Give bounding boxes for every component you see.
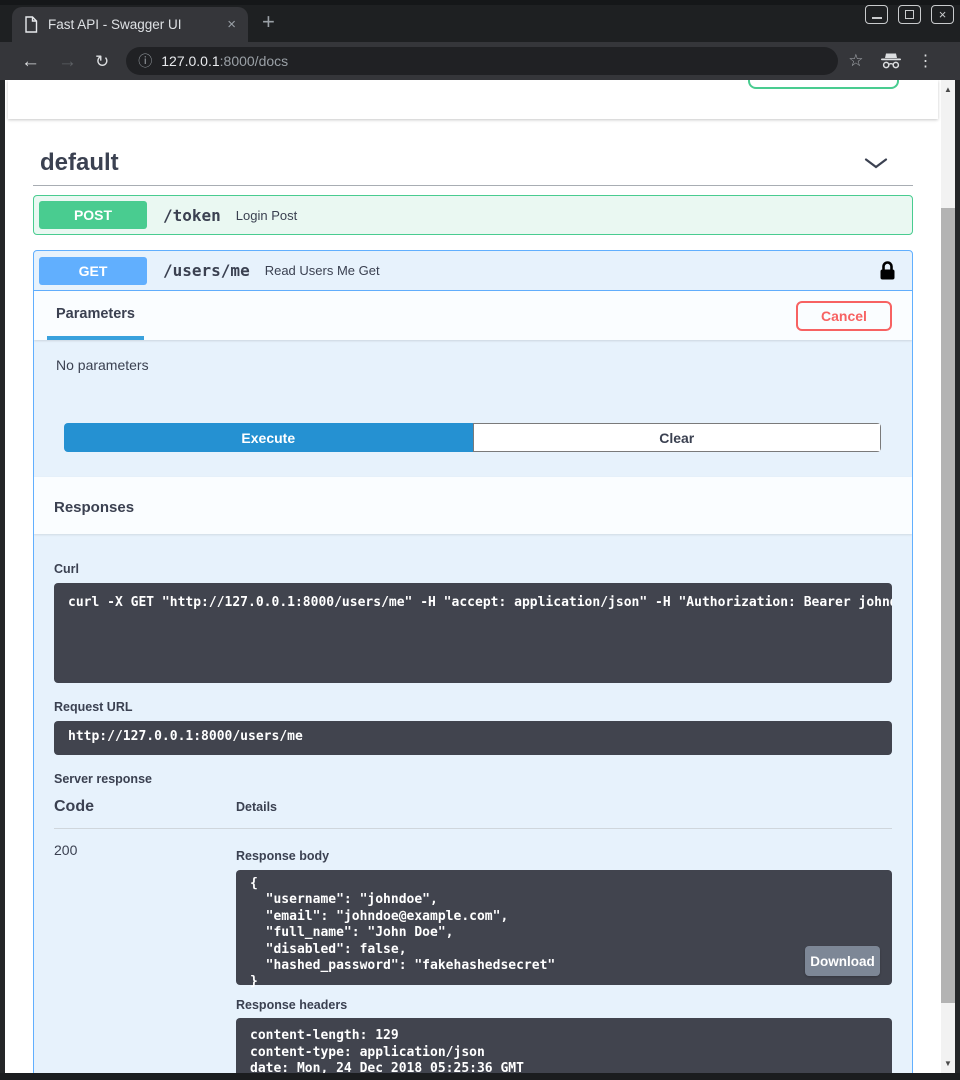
- scheme-container: [8, 80, 938, 119]
- code-column-header: Code: [54, 798, 236, 816]
- toolbar-right: ☆ ⋮: [848, 51, 933, 71]
- opblock-post-token[interactable]: POST /token Login Post: [33, 195, 913, 235]
- favicon-document-icon: [24, 16, 38, 33]
- back-icon[interactable]: ←: [21, 52, 40, 71]
- get-op-header[interactable]: GET /users/me Read Users Me Get: [34, 251, 912, 291]
- cancel-button[interactable]: Cancel: [796, 301, 892, 331]
- close-button[interactable]: ×: [931, 5, 954, 24]
- get-method-badge: GET: [39, 257, 147, 285]
- curl-command-block: curl -X GET "http://127.0.0.1:8000/users…: [54, 583, 892, 683]
- page-viewport: default POST /token Login Post GET: [5, 80, 955, 1073]
- authorize-button[interactable]: [748, 80, 899, 89]
- status-code: 200: [54, 841, 236, 1073]
- lock-icon[interactable]: [879, 260, 896, 281]
- response-body-label: Response body: [236, 849, 892, 863]
- swagger-page: default POST /token Login Post GET: [5, 80, 941, 1073]
- scroll-up-icon[interactable]: ▲: [941, 85, 955, 94]
- reload-icon[interactable]: ↻: [95, 53, 109, 70]
- address-bar[interactable]: ⓘ 127.0.0.1 :8000/docs: [126, 47, 838, 75]
- api-content: default POST /token Login Post GET: [33, 143, 913, 1073]
- no-parameters-text: No parameters: [34, 340, 912, 373]
- response-body-block: { "username": "johndoe", "email": "johnd…: [236, 870, 892, 985]
- details-column-header: Details: [236, 800, 277, 816]
- execute-row: Execute Clear: [64, 423, 881, 452]
- curl-label: Curl: [54, 562, 892, 576]
- url-path: :8000/docs: [220, 53, 289, 69]
- minimize-button[interactable]: [865, 5, 888, 24]
- browser-toolbar: ← → ↻ ⓘ 127.0.0.1 :8000/docs ☆ ⋮: [0, 42, 960, 80]
- chevron-down-icon[interactable]: [864, 158, 888, 169]
- response-details: Response body { "username": "johndoe", "…: [236, 841, 892, 1073]
- maximize-icon: [905, 10, 914, 19]
- response-body-line: "email": "johndoe@example.com",: [250, 909, 878, 925]
- response-headers-block: content-length: 129 content-type: applic…: [236, 1018, 892, 1073]
- get-summary: Read Users Me Get: [265, 263, 879, 278]
- title-bar: Fast API - Swagger UI × + ×: [0, 0, 960, 42]
- request-url-label: Request URL: [54, 700, 892, 714]
- responses-inner: Curl curl -X GET "http://127.0.0.1:8000/…: [34, 562, 912, 1073]
- get-op-body: No parameters Execute Clear Responses Cu…: [34, 340, 912, 1073]
- tab-parameters[interactable]: Parameters: [47, 291, 144, 340]
- response-body-line: "username": "johndoe",: [250, 892, 878, 908]
- request-url-block: http://127.0.0.1:8000/users/me: [54, 721, 892, 755]
- response-row-200: 200 Response body { "username": "johndoe…: [54, 841, 892, 1073]
- parameters-section-header: Parameters Cancel: [34, 291, 912, 340]
- close-icon: ×: [939, 7, 947, 22]
- scrollbar-thumb[interactable]: [941, 208, 955, 1003]
- response-body-line: "disabled": false,: [250, 942, 878, 958]
- forward-icon[interactable]: →: [58, 52, 77, 71]
- tag-section-header[interactable]: default: [33, 143, 913, 183]
- get-path: /users/me: [163, 261, 250, 280]
- post-path: /token: [163, 206, 221, 225]
- page-scrollbar[interactable]: ▲ ▼: [941, 80, 955, 1073]
- tab-title: Fast API - Swagger UI: [48, 17, 221, 32]
- download-button[interactable]: Download: [805, 946, 880, 976]
- table-divider: [54, 828, 892, 829]
- opblock-get-users-me: GET /users/me Read Users Me Get Paramete…: [33, 250, 913, 1073]
- new-tab-button[interactable]: +: [262, 9, 275, 35]
- post-summary: Login Post: [236, 208, 912, 223]
- post-method-badge: POST: [39, 201, 147, 229]
- response-body-line: }: [250, 974, 878, 990]
- response-body-line: "hashed_password": "fakehashedsecret": [250, 958, 878, 974]
- window-bottom-border: [0, 1073, 960, 1080]
- response-header-line: content-length: 129: [250, 1028, 878, 1045]
- responses-section-title: Responses: [34, 477, 912, 534]
- tag-title: default: [40, 149, 864, 177]
- menu-dots-icon[interactable]: ⋮: [918, 51, 934, 71]
- response-body-line: "full_name": "John Doe",: [250, 925, 878, 941]
- scroll-down-icon[interactable]: ▼: [941, 1059, 955, 1068]
- curl-command: curl -X GET "http://127.0.0.1:8000/users…: [68, 595, 878, 611]
- tag-divider: [33, 185, 913, 186]
- response-headers-label: Response headers: [236, 998, 892, 1012]
- server-response-label: Server response: [54, 772, 892, 786]
- response-table-header: Code Details: [54, 798, 892, 816]
- request-url-value: http://127.0.0.1:8000/users/me: [68, 729, 878, 745]
- clear-button[interactable]: Clear: [473, 423, 881, 452]
- bookmark-star-icon[interactable]: ☆: [848, 51, 863, 71]
- window-controls: ×: [865, 5, 954, 24]
- url-host: 127.0.0.1: [161, 53, 219, 69]
- browser-window: Fast API - Swagger UI × + × ← → ↻ ⓘ 127.…: [0, 0, 960, 1080]
- site-info-icon[interactable]: ⓘ: [138, 51, 152, 71]
- minimize-icon: [872, 17, 882, 19]
- execute-button[interactable]: Execute: [64, 423, 473, 452]
- incognito-icon: [880, 53, 902, 69]
- maximize-button[interactable]: [898, 5, 921, 24]
- response-header-line: date: Mon, 24 Dec 2018 05:25:36 GMT: [250, 1061, 878, 1073]
- response-header-line: content-type: application/json: [250, 1045, 878, 1062]
- response-body-line: {: [250, 876, 878, 892]
- browser-tab[interactable]: Fast API - Swagger UI ×: [12, 7, 248, 42]
- tab-close-icon[interactable]: ×: [227, 16, 236, 33]
